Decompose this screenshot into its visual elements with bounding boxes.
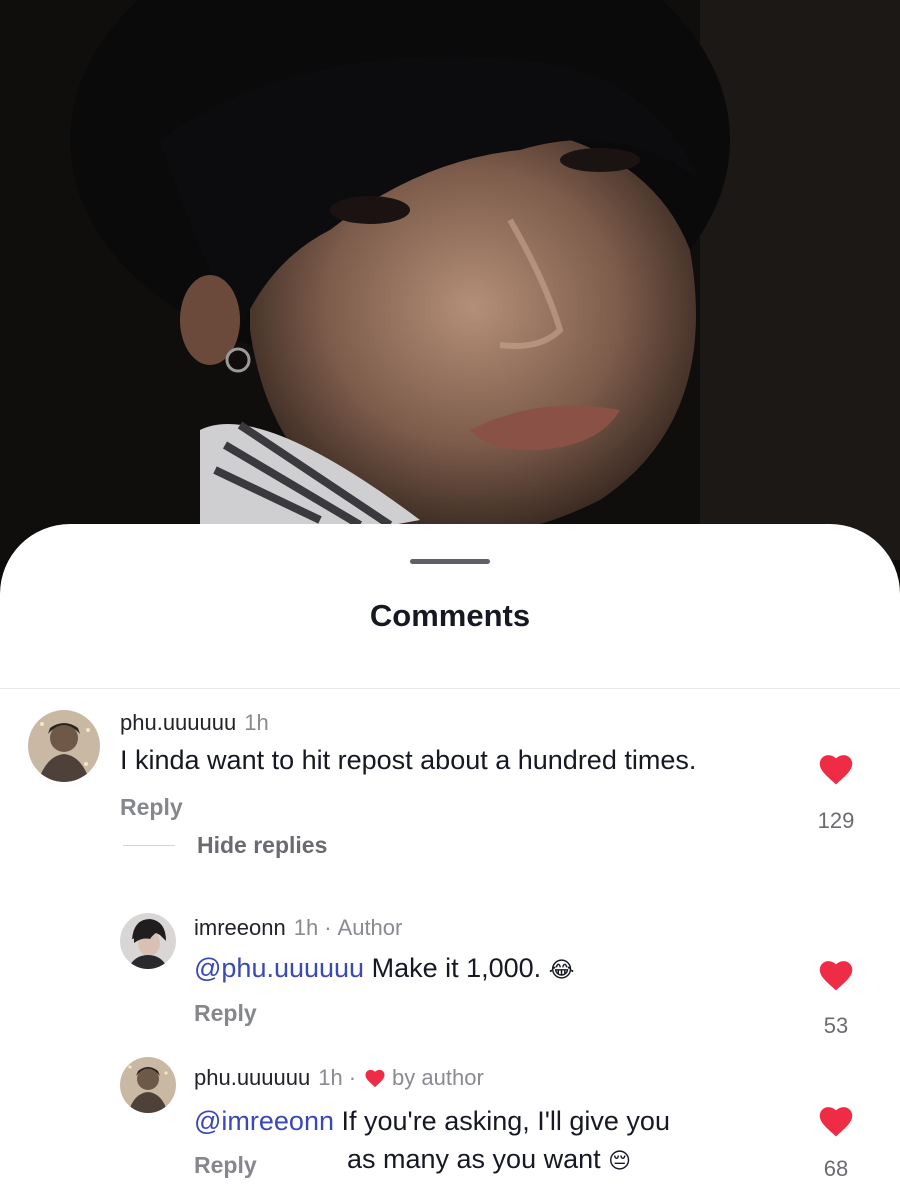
emoji-laughing: 😂 — [548, 957, 575, 982]
reply-meta: phu.uuuuuu 1h · by author — [194, 1065, 484, 1091]
reply-text-line2: as many as you want — [347, 1144, 601, 1174]
reply-button[interactable]: Reply — [194, 1152, 257, 1179]
heart-icon[interactable] — [817, 752, 855, 786]
avatar[interactable] — [28, 710, 100, 782]
emoji-pensive: 😔 — [608, 1148, 632, 1173]
hide-replies-line — [123, 845, 175, 846]
avatar[interactable] — [120, 913, 176, 969]
reply-text: @imreeonn If you're asking, I'll give yo… — [194, 1102, 734, 1140]
heart-icon — [365, 1069, 385, 1088]
comment-meta: phu.uuuuuu 1h — [120, 710, 269, 736]
avatar[interactable] — [120, 1057, 176, 1113]
reply-time: 1h — [293, 915, 319, 940]
heart-icon[interactable] — [817, 1104, 855, 1138]
reply-text: @phu.uuuuuu Make it 1,000. 😂 — [194, 949, 754, 989]
reply-username[interactable]: phu.uuuuuu — [194, 1065, 310, 1091]
like-count: 129 — [817, 808, 855, 833]
liked-by-author-badge: by author — [392, 1065, 484, 1090]
meta-separator: · — [324, 915, 332, 940]
portrait-image — [0, 0, 900, 560]
hide-replies-button[interactable]: Hide replies — [123, 832, 327, 859]
mention-link[interactable]: @phu.uuuuuu — [194, 953, 364, 983]
reply-text-line1: If you're asking, I'll give you — [341, 1106, 670, 1136]
video-background[interactable] — [0, 0, 900, 560]
reply-username[interactable]: imreeonn — [194, 915, 286, 941]
reply-button[interactable]: Reply — [194, 1000, 257, 1027]
reply-text-continued: as many as you want 😔 — [347, 1140, 747, 1180]
author-badge: Author — [337, 915, 403, 940]
reply-time: 1h — [318, 1065, 343, 1090]
comment-username[interactable]: phu.uuuuuu — [120, 710, 236, 736]
app-screen: Comments phu.uuuuuu 1h I kinda want to h… — [0, 0, 900, 1200]
heart-icon[interactable] — [817, 958, 855, 992]
hide-replies-label: Hide replies — [197, 832, 328, 858]
like-count: 68 — [823, 1156, 849, 1181]
comment-time: 1h — [244, 710, 269, 735]
drag-handle[interactable] — [410, 559, 490, 564]
meta-separator: · — [348, 1065, 357, 1090]
reply-meta: imreeonn 1h · Author — [194, 915, 402, 941]
comments-sheet: Comments phu.uuuuuu 1h I kinda want to h… — [0, 524, 900, 1200]
mention-link[interactable]: @imreeonn — [194, 1106, 334, 1136]
comment-text: I kinda want to hit repost about a hundr… — [120, 745, 697, 775]
reply-button[interactable]: Reply — [120, 794, 183, 821]
sheet-title: Comments — [369, 598, 531, 633]
like-count: 53 — [823, 1013, 849, 1038]
divider — [0, 688, 900, 689]
reply-text-body: Make it 1,000. — [371, 953, 542, 983]
